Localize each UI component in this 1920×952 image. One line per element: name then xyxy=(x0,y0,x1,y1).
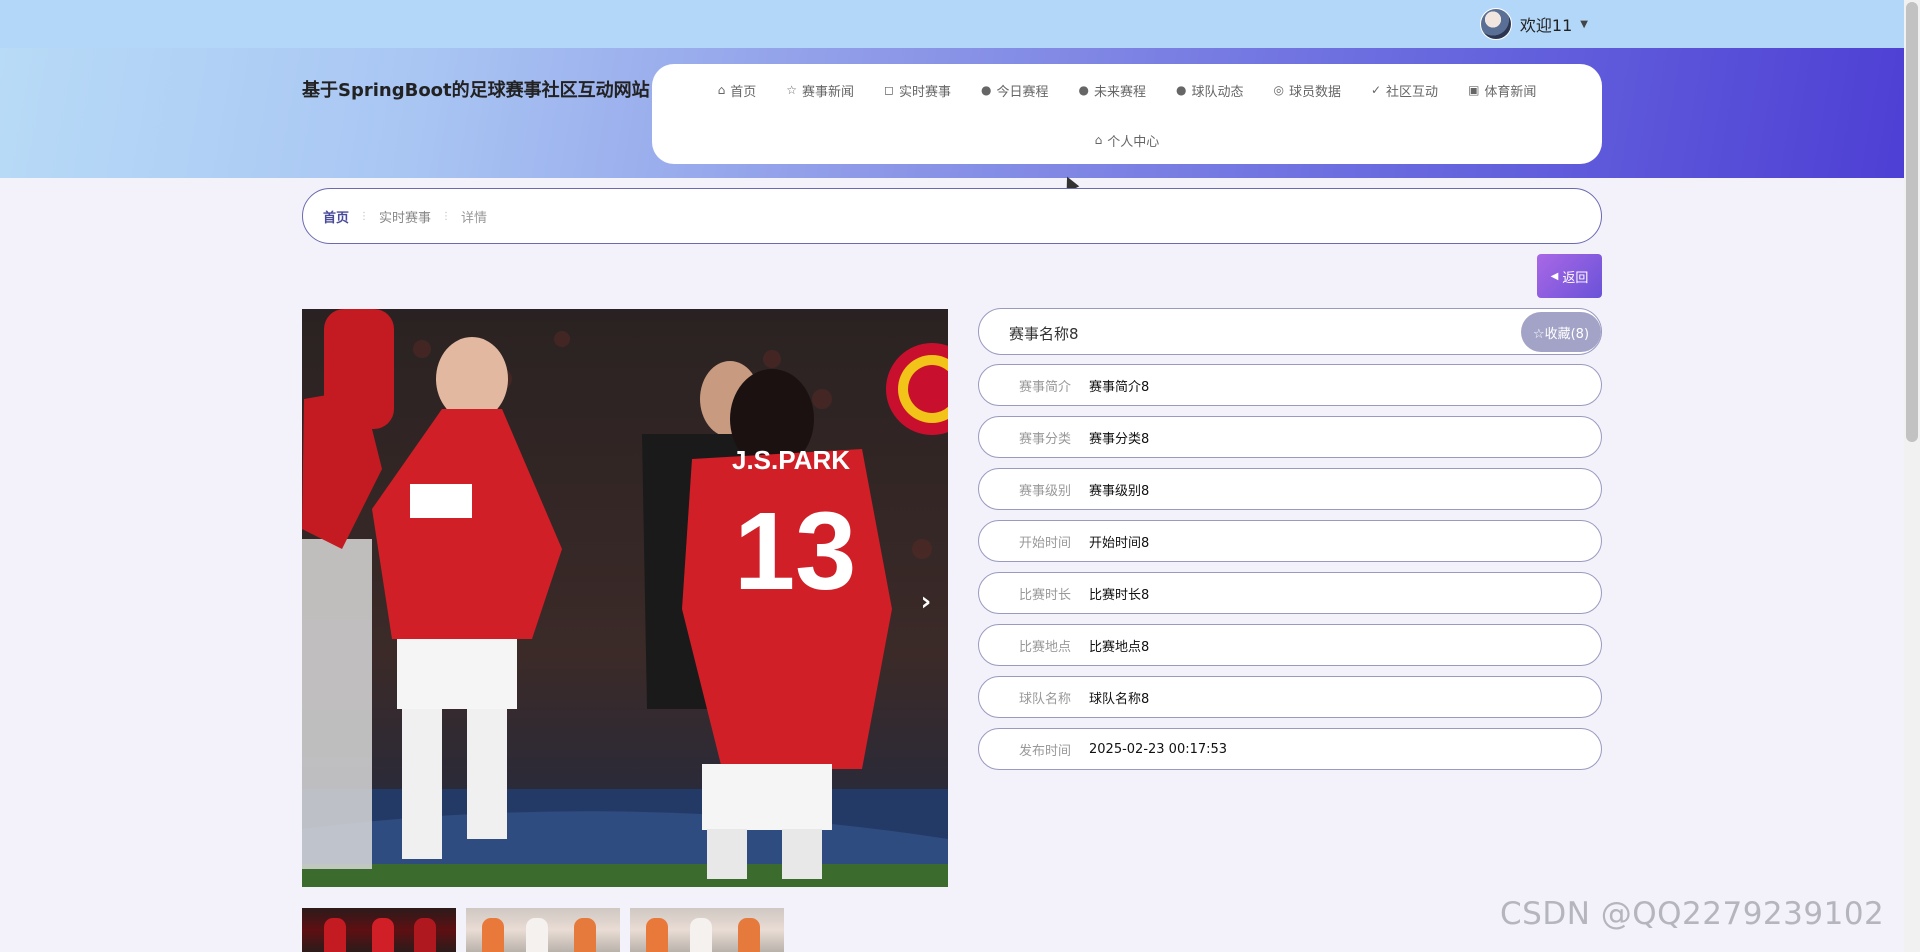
thumbnail[interactable] xyxy=(630,908,784,952)
caret-left-icon: ◀ xyxy=(1550,270,1559,282)
field-publish-time: 发布时间 2025-02-23 00:17:53 xyxy=(978,728,1602,770)
chevron-down-icon[interactable]: ▼ xyxy=(1580,19,1588,30)
match-title-row: 赛事名称8 ☆收藏(8) xyxy=(978,308,1602,355)
field-label: 球队名称 xyxy=(1018,691,1071,707)
field-label: 开始时间 xyxy=(1018,535,1071,551)
main-nav: ⌂ 首页 ☆ 赛事新闻 ◻ 实时赛事 ● 今日赛程 ● 未来赛程 ● 球队动态 xyxy=(652,64,1602,164)
thumb-figure xyxy=(646,918,668,952)
nav-row-1: ⌂ 首页 ☆ 赛事新闻 ◻ 实时赛事 ● 今日赛程 ● 未来赛程 ● 球队动态 xyxy=(652,80,1602,100)
nav-label: 今日赛程 xyxy=(996,84,1049,100)
field-label: 赛事分类 xyxy=(1018,431,1071,447)
field-value: 比赛时长8 xyxy=(1089,587,1150,603)
question-icon: ● xyxy=(1078,83,1089,97)
nav-player-data[interactable]: ◎ 球员数据 xyxy=(1273,80,1341,100)
welcome-text[interactable]: 欢迎11 xyxy=(1520,12,1572,36)
nav-team-news[interactable]: ● 球队动态 xyxy=(1176,80,1244,100)
thumb-figure xyxy=(324,918,346,952)
thumb-figure xyxy=(372,918,394,952)
nav-label: 社区互动 xyxy=(1386,84,1439,100)
field-level: 赛事级别 赛事级别8 xyxy=(978,468,1602,510)
nav-live-matches[interactable]: ◻ 实时赛事 xyxy=(884,80,951,100)
nav-label: 赛事新闻 xyxy=(801,84,854,100)
nav-label: 球队动态 xyxy=(1191,84,1244,100)
breadcrumb-home[interactable]: 首页 xyxy=(323,207,349,226)
nav-match-news[interactable]: ☆ 赛事新闻 xyxy=(786,80,854,100)
camera-icon: ▣ xyxy=(1468,83,1480,97)
field-team-name: 球队名称 球队名称8 xyxy=(978,676,1602,718)
watermark: CSDN @QQ2279239102 xyxy=(1500,896,1885,932)
nav-today-schedule[interactable]: ● 今日赛程 xyxy=(981,80,1049,100)
field-label: 发布时间 xyxy=(1018,743,1071,759)
header: 基于SpringBoot的足球赛事社区互动网站 ⌂ 首页 ☆ 赛事新闻 ◻ 实时… xyxy=(0,48,1904,178)
field-value: 赛事分类8 xyxy=(1089,431,1150,447)
thumb-figure xyxy=(526,918,548,952)
breadcrumb-separator-icon: ⋮ xyxy=(359,210,370,222)
nav-label: 未来赛程 xyxy=(1093,84,1146,100)
thumbnail[interactable] xyxy=(302,908,456,952)
thumbnail-strip xyxy=(302,908,784,952)
star-icon: ☆ xyxy=(786,83,797,97)
match-title: 赛事名称8 xyxy=(1009,325,1079,343)
nav-home[interactable]: ⌂ 首页 xyxy=(718,80,757,100)
thumb-figure xyxy=(574,918,596,952)
field-duration: 比赛时长 比赛时长8 xyxy=(978,572,1602,614)
site-title: 基于SpringBoot的足球赛事社区互动网站 xyxy=(302,80,650,101)
svg-text:J.S.PARK: J.S.PARK xyxy=(732,445,850,475)
bag-icon: ◻ xyxy=(884,83,894,97)
thumb-figure xyxy=(414,918,436,952)
breadcrumb-current: 详情 xyxy=(461,210,488,226)
nav-label: 个人中心 xyxy=(1107,134,1160,150)
nav-community[interactable]: ✓ 社区互动 xyxy=(1371,80,1438,100)
breadcrumb-live-matches[interactable]: 实时赛事 xyxy=(379,207,431,226)
field-label: 比赛地点 xyxy=(1018,639,1071,655)
thumb-figure xyxy=(690,918,712,952)
field-location: 比赛地点 比赛地点8 xyxy=(978,624,1602,666)
home-icon: ⌂ xyxy=(1094,133,1103,147)
vertical-scrollbar[interactable] xyxy=(1904,0,1920,952)
nav-sports-news[interactable]: ▣ 体育新闻 xyxy=(1468,80,1536,100)
field-label: 赛事级别 xyxy=(1018,483,1071,499)
field-value: 赛事级别8 xyxy=(1089,483,1150,499)
home-icon: ⌂ xyxy=(717,83,726,97)
field-category: 赛事分类 赛事分类8 xyxy=(978,416,1602,458)
warning-icon: ● xyxy=(980,83,992,97)
field-value: 2025-02-23 00:17:53 xyxy=(1089,741,1228,757)
field-start-time: 开始时间 开始时间8 xyxy=(978,520,1602,562)
nav-label: 首页 xyxy=(730,84,757,100)
thumb-figure xyxy=(482,918,504,952)
image-carousel[interactable]: J.S.PARK 13 › xyxy=(302,309,948,887)
svg-text:13: 13 xyxy=(734,490,856,613)
field-value: 比赛地点8 xyxy=(1089,639,1150,655)
scrollbar-thumb[interactable] xyxy=(1906,2,1918,442)
field-value: 开始时间8 xyxy=(1089,535,1150,551)
thumb-figure xyxy=(738,918,760,952)
back-button-label: 返回 xyxy=(1562,270,1589,286)
top-bar: 欢迎11 ▼ xyxy=(0,0,1904,48)
check-circle-icon: ✓ xyxy=(1370,83,1382,97)
chevron-right-icon[interactable]: › xyxy=(914,587,938,617)
avatar[interactable] xyxy=(1479,8,1512,40)
favorite-button[interactable]: ☆收藏(8) xyxy=(1521,312,1601,352)
field-label: 赛事简介 xyxy=(1018,379,1071,395)
breadcrumb: 首页 ⋮ 实时赛事 ⋮ 详情 xyxy=(302,188,1602,244)
info-icon: ● xyxy=(1175,83,1187,97)
match-photo: J.S.PARK 13 xyxy=(302,309,948,887)
breadcrumb-separator-icon: ⋮ xyxy=(441,210,452,222)
nav-personal-center[interactable]: ⌂ 个人中心 xyxy=(1095,130,1160,150)
target-icon: ◎ xyxy=(1273,83,1284,97)
back-button[interactable]: ◀ 返回 xyxy=(1537,254,1602,298)
thumbnail[interactable] xyxy=(466,908,620,952)
nav-label: 实时赛事 xyxy=(898,84,951,100)
field-value: 赛事简介8 xyxy=(1089,379,1150,395)
user-menu[interactable]: 欢迎11 ▼ xyxy=(1479,8,1588,40)
nav-label: 球员数据 xyxy=(1288,84,1341,100)
field-value: 球队名称8 xyxy=(1089,691,1150,707)
nav-row-2: ⌂ 个人中心 xyxy=(652,130,1602,150)
nav-label: 体育新闻 xyxy=(1484,84,1537,100)
field-intro: 赛事简介 赛事简介8 xyxy=(978,364,1602,406)
nav-future-schedule[interactable]: ● 未来赛程 xyxy=(1078,80,1146,100)
field-label: 比赛时长 xyxy=(1018,587,1071,603)
